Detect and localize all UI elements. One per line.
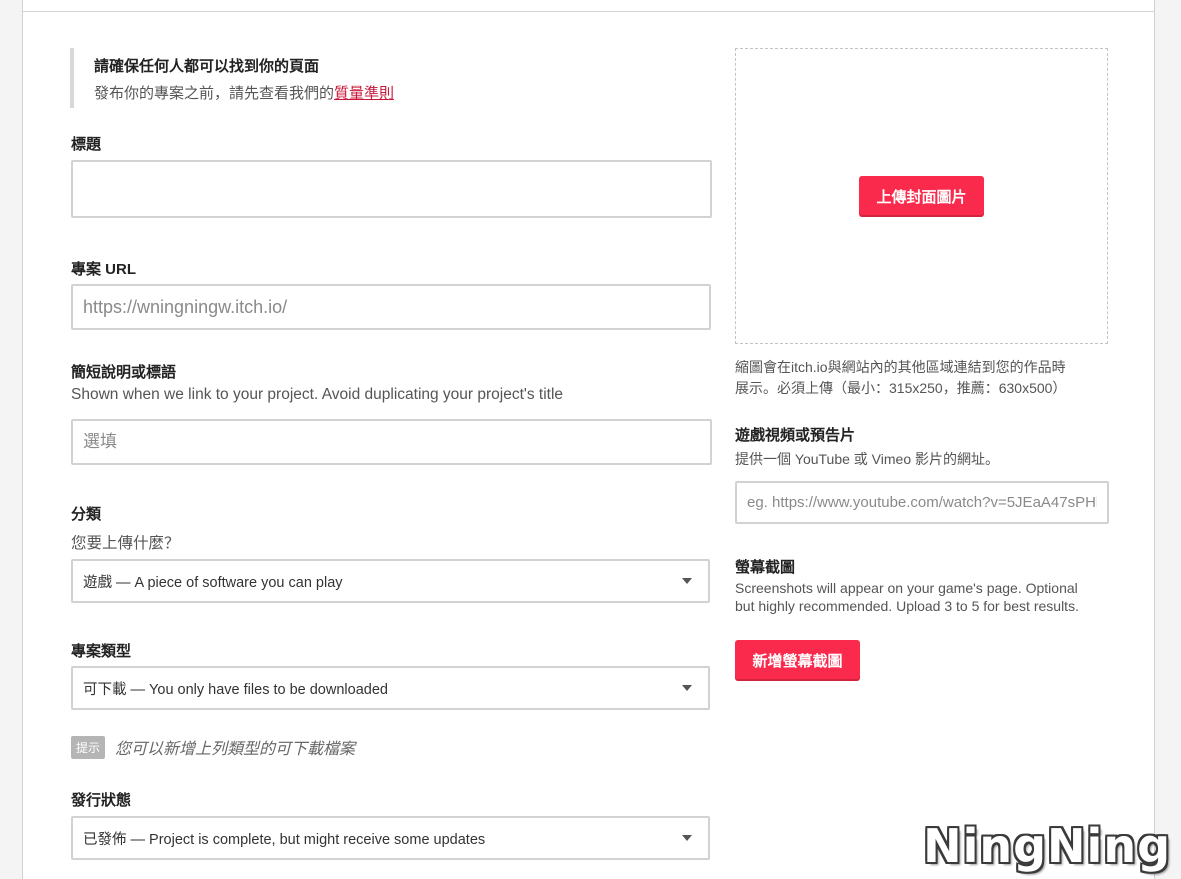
watermark-text: NingNing	[923, 819, 1171, 873]
classification-description: 您要上傳什麼？	[71, 535, 180, 552]
upload-cover-image-button[interactable]: 上傳封面圖片	[859, 176, 984, 217]
video-description: 提供一個 YouTube 或 Vimeo 影片的網址。	[735, 451, 1000, 467]
quality-notice: 請確保任何人都可以找到你的頁面 發布你的專案之前，請先查看我們的質量準則	[70, 48, 570, 108]
edit-game-form: 請確保任何人都可以找到你的頁面 發布你的專案之前，請先查看我們的質量準則 標題 …	[22, 0, 1155, 879]
top-divider	[23, 11, 1154, 12]
title-label: 標題	[71, 136, 102, 153]
chevron-down-icon	[682, 835, 692, 841]
notice-text: 發布你的專案之前，請先查看我們的質量準則	[94, 82, 570, 103]
hint-text: 您可以新增上列類型的可下載檔案	[115, 741, 356, 758]
project-kind-selected: 可下載 — You only have files to be download…	[83, 681, 388, 698]
release-status-selected: 已發佈 — Project is complete, but might rec…	[83, 831, 486, 848]
hint-row: 提示 您可以新增上列類型的可下載檔案	[71, 735, 355, 759]
add-screenshots-button[interactable]: 新增螢幕截圖	[735, 640, 860, 681]
chevron-down-icon	[682, 685, 692, 691]
classification-selected: 遊戲 — A piece of software you can play	[83, 574, 343, 591]
notice-text-before: 發布你的專案之前，請先查看我們的	[94, 85, 335, 102]
video-label: 遊戲視頻或預告片	[735, 427, 856, 444]
notice-title: 請確保任何人都可以找到你的頁面	[94, 58, 320, 75]
hint-badge: 提示	[71, 735, 106, 759]
chevron-down-icon	[682, 578, 692, 584]
quality-guidelines-link[interactable]: 質量準則	[334, 85, 394, 102]
cover-image-dropzone[interactable]: 上傳封面圖片	[735, 48, 1108, 344]
tagline-description: Shown when we link to your project. Avoi…	[71, 386, 564, 403]
project-kind-label: 專案類型	[71, 643, 132, 660]
release-status-select[interactable]: 已發佈 — Project is complete, but might rec…	[71, 816, 710, 860]
tagline-label: 簡短說明或標語	[71, 364, 177, 381]
screenshots-description-line2: but highly recommended. Upload 3 to 5 fo…	[735, 598, 1079, 614]
project-url-input[interactable]	[71, 284, 711, 330]
screenshots-description-line1: Screenshots will appear on your game's p…	[735, 580, 1078, 596]
screenshots-label: 螢幕截圖	[735, 559, 796, 576]
cover-caption-line1: 縮圖會在itch.io與網站內的其他區域連結到您的作品時	[735, 359, 1066, 375]
project-kind-select[interactable]: 可下載 — You only have files to be download…	[71, 666, 710, 710]
release-status-label: 發行狀態	[71, 792, 132, 809]
cover-caption-line2: 展示。必須上傳（最小：315x250，推薦：630x500）	[735, 380, 1067, 396]
tagline-input[interactable]	[71, 419, 712, 465]
classification-label: 分類	[71, 506, 102, 523]
screenshots-description: Screenshots will appear on your game's p…	[735, 579, 1079, 615]
project-url-label: 專案 URL	[71, 261, 136, 278]
title-input[interactable]	[71, 160, 712, 218]
video-url-input[interactable]	[735, 481, 1109, 524]
classification-select[interactable]: 遊戲 — A piece of software you can play	[71, 559, 710, 603]
cover-caption: 縮圖會在itch.io與網站內的其他區域連結到您的作品時 展示。必須上傳（最小：…	[735, 357, 1125, 399]
